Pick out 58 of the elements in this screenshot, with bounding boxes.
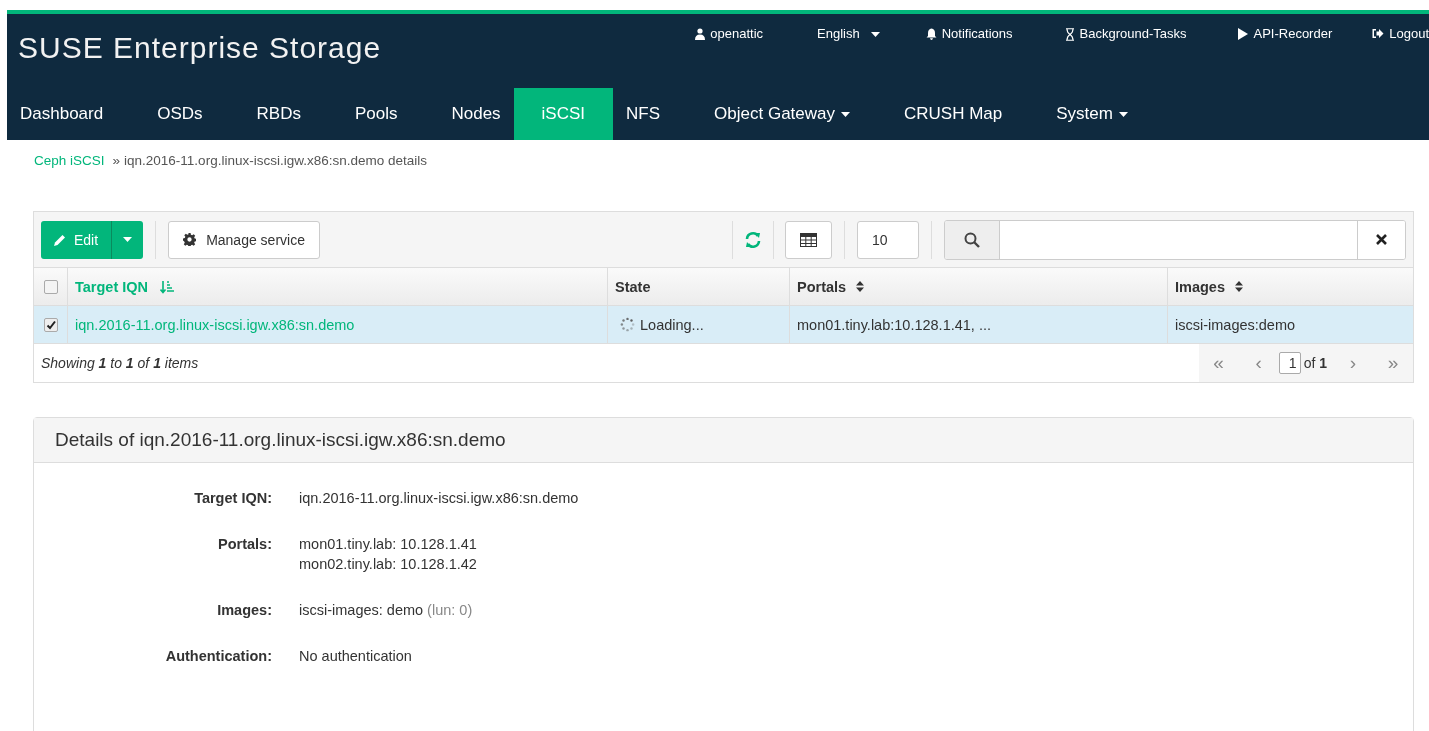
brand-title: SUSE Enterprise Storage bbox=[17, 30, 383, 66]
nav-tab[interactable]: NFS bbox=[613, 88, 674, 140]
columns-button[interactable] bbox=[785, 220, 832, 259]
field-value: iscsi-images: demo bbox=[299, 602, 424, 618]
field-note: (lun: 0) bbox=[427, 602, 473, 618]
checkbox[interactable] bbox=[43, 317, 58, 332]
table-cell: iscsi-images:demo bbox=[1167, 305, 1413, 343]
play-icon bbox=[1238, 28, 1249, 40]
page-total: of 1 bbox=[1303, 355, 1327, 371]
breadcrumb-current: iqn.2016-11.org.linux-iscsi.igw.x86:sn.demo details bbox=[124, 153, 427, 168]
search-icon bbox=[964, 231, 980, 248]
nav-tab[interactable]: OSDs bbox=[144, 88, 216, 140]
nav-tab[interactable]: Dashboard bbox=[7, 88, 117, 140]
column-header[interactable]: State bbox=[607, 267, 789, 305]
column-header[interactable]: Portals bbox=[789, 267, 1167, 305]
nav-tab[interactable]: RBDs bbox=[243, 88, 314, 140]
header-link[interactable]: Background-Tasks bbox=[1064, 26, 1187, 44]
field-label: Portals: bbox=[217, 536, 272, 554]
nav-tab[interactable]: Object Gateway bbox=[701, 88, 863, 140]
table-icon bbox=[800, 232, 817, 247]
gear-icon bbox=[183, 233, 197, 246]
items-count: Showing 1 to 1 of 1 items bbox=[41, 355, 199, 371]
bell-icon bbox=[925, 28, 937, 40]
field-value: iqn.2016-11.org.linux-iscsi.igw.x86:sn.demo bbox=[299, 490, 579, 506]
breadcrumb-separator: » bbox=[112, 153, 121, 168]
table-cell: Loading... bbox=[607, 305, 789, 343]
manage-service-button[interactable]: Manage service bbox=[168, 220, 320, 259]
nav-tab[interactable]: System bbox=[1043, 88, 1141, 140]
caret-icon bbox=[123, 237, 133, 242]
user-icon bbox=[695, 28, 706, 40]
panel-title: Details of iqn.2016-11.org.linux-iscsi.igw.x86:sn.demo bbox=[55, 429, 506, 451]
header-link[interactable]: openattic bbox=[695, 26, 764, 44]
table-cell: mon01.tiny.lab:10.128.1.41, ... bbox=[789, 305, 1167, 343]
field-label: Target IQN: bbox=[193, 490, 272, 506]
field-label: Authentication: bbox=[164, 648, 272, 664]
close-icon bbox=[1376, 234, 1387, 245]
header-link[interactable]: Notifications bbox=[925, 26, 1013, 44]
field-value: No authentication bbox=[299, 648, 412, 664]
field-value: mon01.tiny.lab: 10.128.1.41 bbox=[299, 536, 477, 552]
hourglass-icon bbox=[1064, 28, 1075, 41]
nav-tab[interactable]: Pools bbox=[341, 88, 411, 140]
field-value: mon02.tiny.lab: 10.128.1.42 bbox=[299, 556, 477, 572]
clear-button[interactable] bbox=[1357, 220, 1405, 259]
field-label: Images: bbox=[216, 602, 272, 618]
search-field[interactable] bbox=[944, 219, 1406, 260]
logout-icon bbox=[1372, 28, 1385, 39]
refresh-icon[interactable] bbox=[744, 230, 762, 249]
column-header[interactable]: Images bbox=[1167, 267, 1413, 305]
header-link[interactable]: API-Recorder bbox=[1238, 26, 1333, 44]
page-field[interactable]: 1 bbox=[1278, 352, 1301, 374]
nav-tab[interactable]: CRUSH Map bbox=[891, 88, 1016, 140]
header-link[interactable]: Logout bbox=[1372, 26, 1429, 44]
spinner-icon bbox=[620, 317, 635, 332]
language-dropdown[interactable]: English bbox=[817, 26, 880, 44]
checkbox[interactable] bbox=[43, 279, 58, 294]
page-size-field[interactable]: 10 bbox=[857, 220, 919, 259]
pencil-icon bbox=[54, 233, 66, 246]
nav-tab[interactable]: Nodes bbox=[438, 88, 514, 140]
